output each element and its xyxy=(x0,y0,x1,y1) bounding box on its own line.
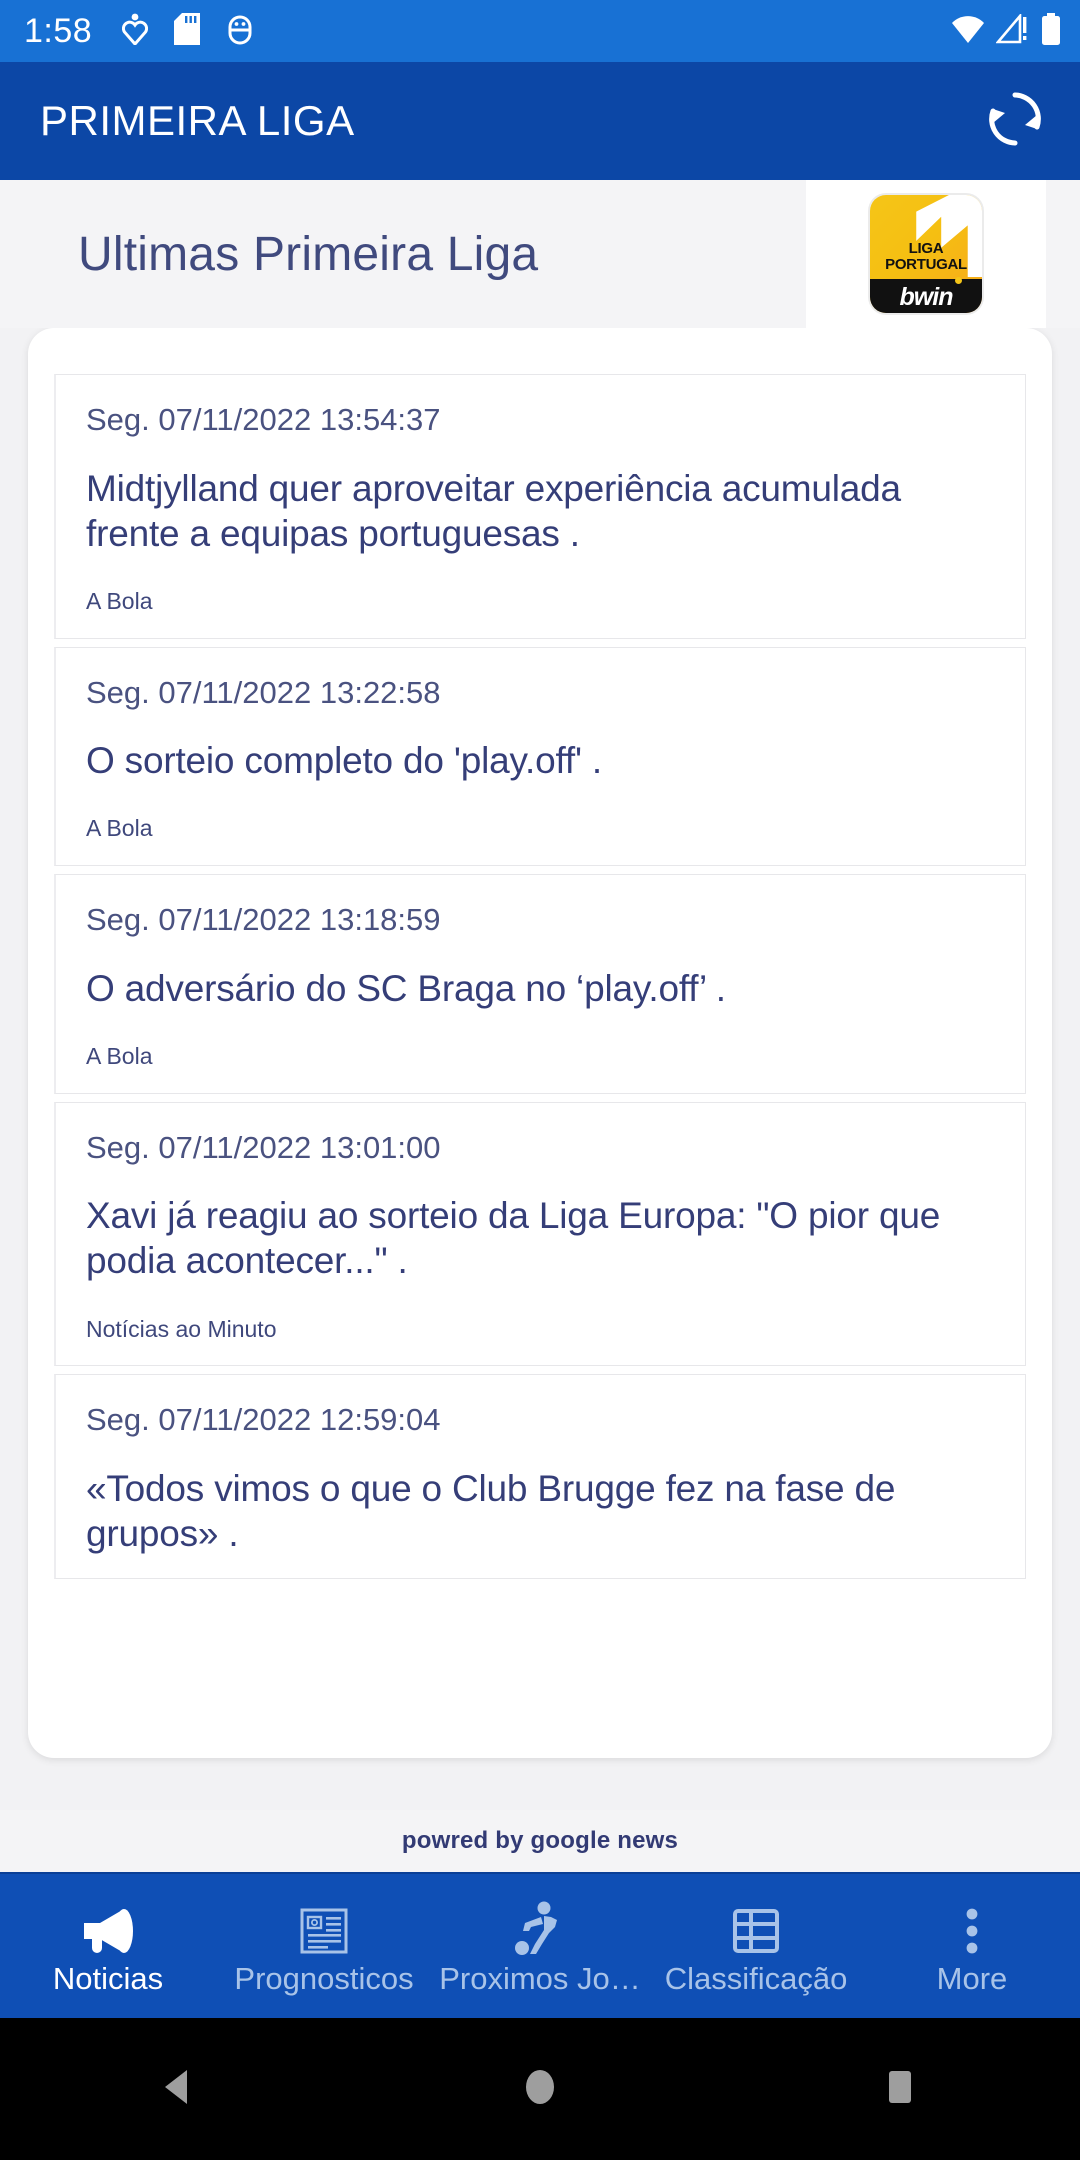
nav-tab-classificacao[interactable]: Classificação xyxy=(648,1874,864,2018)
nav-tab-label: Classificação xyxy=(664,1961,848,1996)
sd-card-icon xyxy=(174,12,201,50)
logo-line-2: PORTUGAL xyxy=(885,256,967,273)
wifi-icon xyxy=(950,14,986,49)
download-heart-icon xyxy=(122,13,149,50)
list-item[interactable]: Seg. 07/11/2022 13:01:00 Xavi já reagiu … xyxy=(54,1101,1026,1367)
back-icon xyxy=(157,2064,203,2115)
soccer-player-icon xyxy=(511,1896,569,1958)
table-grid-icon xyxy=(729,1896,783,1958)
nav-tab-more[interactable]: More xyxy=(864,1874,1080,2018)
news-title: Midtjylland quer aproveitar experiência … xyxy=(86,467,901,554)
list-item[interactable]: Seg. 07/11/2022 13:54:37 Midtjylland que… xyxy=(54,374,1026,639)
status-bar-system-icons xyxy=(950,11,1062,50)
list-item[interactable]: Seg. 07/11/2022 12:59:04 «Todos vimos o … xyxy=(54,1374,1026,1580)
status-bar-notification-icons xyxy=(122,12,254,50)
app-title: PRIMEIRA LIGA xyxy=(40,97,355,144)
nav-tab-label: More xyxy=(936,1961,1008,1996)
logo-text: LIGA PORTUGAL xyxy=(870,241,982,273)
news-source: A Bola xyxy=(86,1042,153,1069)
article-icon xyxy=(296,1896,352,1958)
news-title: O sorteio completo do 'play.off' . xyxy=(86,740,603,782)
refresh-icon xyxy=(979,83,1051,160)
logo-brand-bar: bwin xyxy=(870,277,982,313)
page-header: Ultimas Primeira Liga LIGA PORTUGAL bwin xyxy=(0,180,1080,328)
home-icon xyxy=(517,2064,563,2115)
list-item[interactable]: Seg. 07/11/2022 13:22:58 O sorteio compl… xyxy=(54,646,1026,867)
cellular-no-service-icon xyxy=(995,11,1030,49)
news-title: O adversário do SC Braga no ‘play.off’ . xyxy=(86,967,726,1009)
powered-by-footer: powred by google news xyxy=(0,1810,1080,1872)
nav-tab-noticias[interactable]: Noticias xyxy=(0,1874,216,2018)
page-title: Ultimas Primeira Liga xyxy=(78,227,539,281)
megaphone-icon xyxy=(78,1896,138,1958)
news-date: Seg. 07/11/2022 12:59:04 xyxy=(86,1402,441,1438)
news-title: Xavi já reagiu ao sorteio da Liga Europa… xyxy=(86,1195,941,1282)
nav-tab-label: Proximos Jo… xyxy=(439,1961,641,1996)
back-button[interactable] xyxy=(120,2029,240,2149)
nav-tab-label: Noticias xyxy=(52,1961,164,1996)
nav-tab-label: Prognosticos xyxy=(234,1961,414,1996)
logo-brand-text: bwin xyxy=(899,282,954,311)
home-button[interactable] xyxy=(480,2029,600,2149)
more-vertical-icon xyxy=(957,1896,987,1958)
news-date: Seg. 07/11/2022 13:54:37 xyxy=(86,402,441,437)
logo-brand-dot xyxy=(955,277,962,284)
bottom-navigation-bar: Noticias Prognosticos Proximos Jo… Class… xyxy=(0,1872,1080,2018)
news-date: Seg. 07/11/2022 13:01:00 xyxy=(86,1129,441,1165)
android-debug-icon xyxy=(226,13,254,50)
news-card: Seg. 07/11/2022 13:54:37 Midtjylland que… xyxy=(28,328,1052,1758)
android-system-navigation xyxy=(0,2018,1080,2160)
league-logo-container: LIGA PORTUGAL bwin xyxy=(806,180,1046,328)
phone-screen: 1:58 PRIMEIRA LIGA Ultimas Primeira Liga… xyxy=(0,0,1080,2160)
list-item[interactable]: Seg. 07/11/2022 13:18:59 O adversário do… xyxy=(54,874,1026,1094)
news-source: A Bola xyxy=(86,588,153,614)
news-date: Seg. 07/11/2022 13:22:58 xyxy=(86,674,441,710)
logo-line-1: LIGA xyxy=(908,240,944,257)
news-date: Seg. 07/11/2022 13:18:59 xyxy=(86,902,441,938)
powered-by-label: powred by google news xyxy=(401,1827,679,1854)
refresh-button[interactable] xyxy=(976,82,1054,160)
status-bar: 1:58 xyxy=(0,0,1080,62)
news-source: Notícias ao Minuto xyxy=(86,1315,277,1342)
recents-icon xyxy=(877,2064,923,2115)
content-area: Seg. 07/11/2022 13:54:37 Midtjylland que… xyxy=(0,328,1080,1810)
news-title: «Todos vimos o que o Club Brugge fez na … xyxy=(86,1467,896,1554)
recents-button[interactable] xyxy=(840,2029,960,2149)
nav-tab-proximos-jogos[interactable]: Proximos Jo… xyxy=(432,1874,648,2018)
battery-full-icon xyxy=(1040,12,1062,50)
liga-portugal-bwin-logo: LIGA PORTUGAL bwin xyxy=(870,195,982,313)
news-source: A Bola xyxy=(86,815,153,842)
nav-tab-prognosticos[interactable]: Prognosticos xyxy=(216,1874,432,2018)
app-bar: PRIMEIRA LIGA xyxy=(0,62,1080,180)
news-list[interactable]: Seg. 07/11/2022 13:54:37 Midtjylland que… xyxy=(54,374,1026,1580)
status-bar-clock: 1:58 xyxy=(24,12,93,50)
